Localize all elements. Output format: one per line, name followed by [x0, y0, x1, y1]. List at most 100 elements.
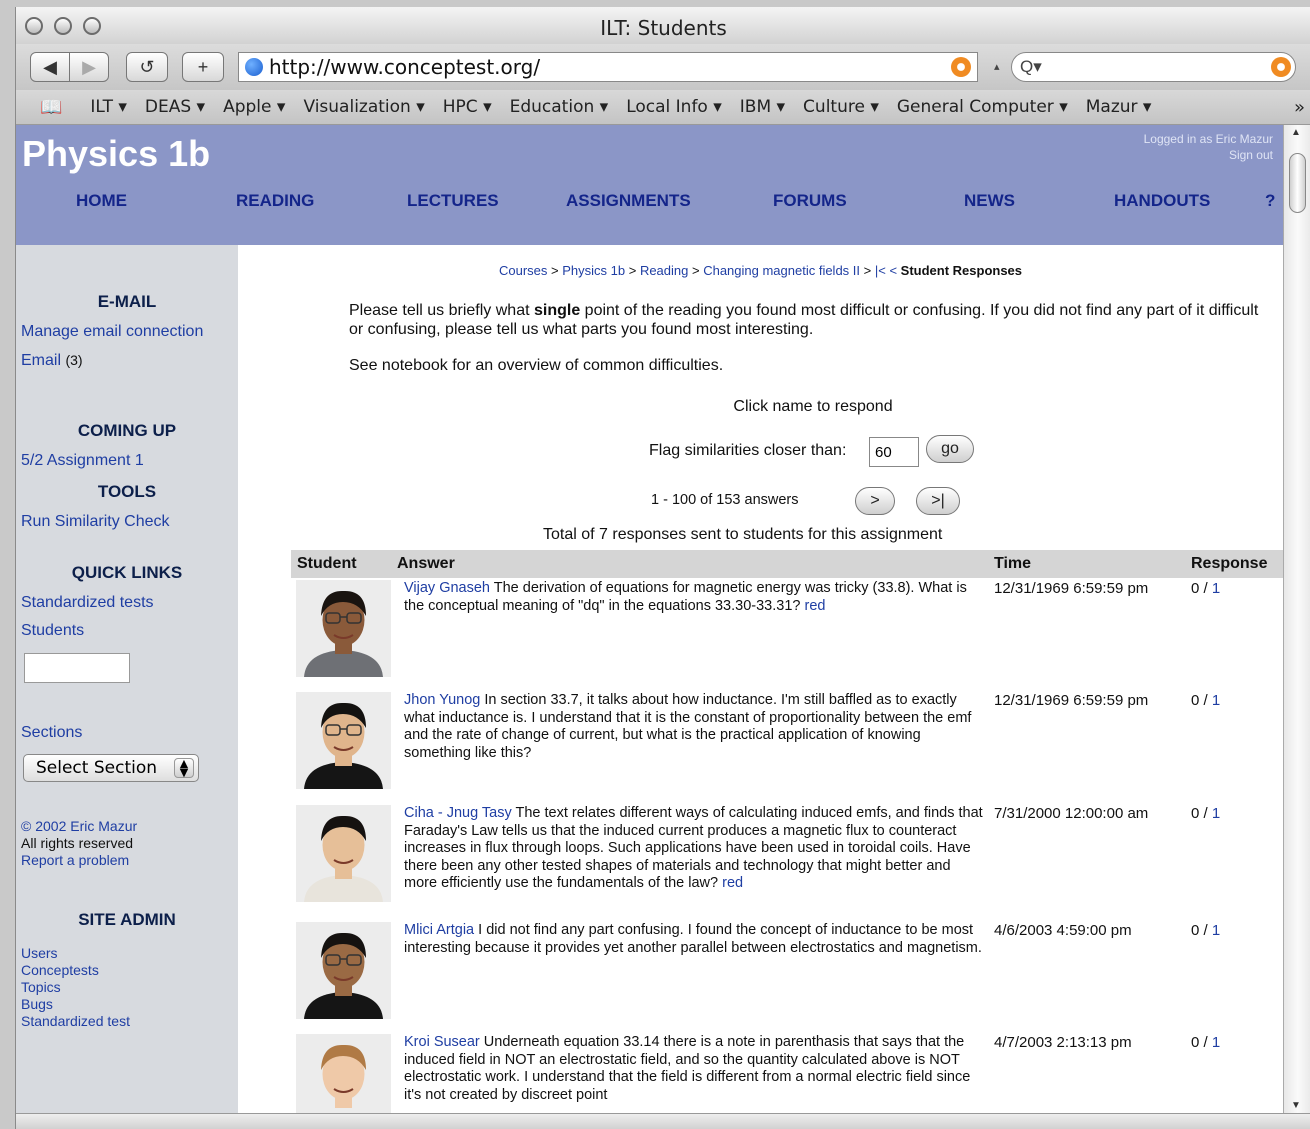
address-bar[interactable]: http://www.conceptest.org/ — [238, 52, 978, 82]
nav-home[interactable]: HOME — [76, 191, 127, 211]
scroll-thumb[interactable] — [1289, 153, 1306, 213]
report-problem-link[interactable]: Report a problem — [21, 852, 129, 868]
crumb-prev[interactable]: < — [889, 263, 897, 278]
forward-button[interactable]: ▶ — [69, 52, 109, 82]
site-header: Physics 1b Logged in as Eric Mazur Sign … — [16, 125, 1283, 245]
admin-conceptests-link[interactable]: Conceptests — [21, 962, 99, 978]
admin-users-link[interactable]: Users — [21, 945, 58, 961]
site-admin-heading: SITE ADMIN — [78, 910, 176, 929]
crumb-reading[interactable]: Reading — [640, 263, 688, 278]
bookmark-item[interactable]: Visualization ▾ — [303, 97, 424, 117]
notebook-link[interactable]: notebook — [382, 357, 448, 374]
last-page-button[interactable]: >| — [916, 487, 960, 515]
response-total-link[interactable]: 1 — [1212, 580, 1220, 597]
bookmark-item[interactable]: Education ▾ — [510, 97, 609, 117]
table-header: Student Answer Time Response — [291, 550, 1283, 578]
response-total-link[interactable]: 1 — [1212, 692, 1220, 709]
student-name-link[interactable]: Vijay Gnaseh — [404, 580, 490, 596]
student-name-link[interactable]: Kroi Susear — [404, 1034, 480, 1050]
answer-text: Jhon Yunog In section 33.7, it talks abo… — [404, 692, 984, 762]
bookmark-item[interactable]: Apple ▾ — [223, 97, 285, 117]
bookmark-item[interactable]: DEAS ▾ — [145, 97, 205, 117]
back-button[interactable]: ◀ — [30, 52, 70, 82]
crumb-courses[interactable]: Courses — [499, 263, 547, 278]
table-row: Mlici Artgia I did not find any part con… — [291, 922, 1283, 1032]
response-sent: 0 / — [1191, 805, 1212, 822]
col-answer: Answer — [397, 555, 455, 572]
response-total-link[interactable]: 1 — [1212, 922, 1220, 939]
snapback-icon[interactable] — [951, 57, 971, 77]
response-total-link[interactable]: 1 — [1212, 1034, 1220, 1051]
response-time: 4/7/2003 2:13:13 pm — [994, 1034, 1132, 1051]
response-time: 12/31/1969 6:59:59 pm — [994, 692, 1149, 709]
more-bookmarks-icon[interactable]: » — [1294, 97, 1305, 118]
students-link[interactable]: Students — [21, 622, 84, 640]
student-name-link[interactable]: Mlici Artgia — [404, 922, 474, 938]
similarity-check-link[interactable]: Run Similarity Check — [21, 513, 169, 531]
notebook-text: See notebook for an overview of common d… — [349, 357, 723, 375]
admin-standardized-test-link[interactable]: Standardized test — [21, 1013, 130, 1029]
crumb-course[interactable]: Physics 1b — [562, 263, 625, 278]
bookmark-item[interactable]: General Computer ▾ — [897, 97, 1068, 117]
next-page-button[interactable]: > — [855, 487, 895, 515]
web-page: Physics 1b Logged in as Eric Mazur Sign … — [16, 125, 1283, 1113]
nav-news[interactable]: NEWS — [964, 191, 1015, 211]
table-row: Kroi Susear Underneath equation 33.14 th… — [291, 1034, 1283, 1113]
bookmark-item[interactable]: Mazur ▾ — [1086, 97, 1152, 117]
red-flag-link[interactable]: red — [722, 875, 743, 891]
bookmark-item[interactable]: IBM ▾ — [740, 97, 785, 117]
response-total-link[interactable]: 1 — [1212, 805, 1220, 822]
bookmark-item[interactable]: ILT ▾ — [90, 97, 126, 117]
answer-body: I did not find any part confusing. I fou… — [404, 922, 982, 956]
quick-search-input[interactable] — [24, 653, 130, 683]
reload-button[interactable]: ↺ — [126, 52, 168, 82]
sections-link[interactable]: Sections — [21, 724, 82, 742]
copyright-link[interactable]: © 2002 Eric Mazur — [21, 818, 137, 834]
scroll-down-icon[interactable]: ▼ — [1291, 1100, 1301, 1111]
sign-out-link[interactable]: Sign out — [1144, 147, 1273, 163]
email-link[interactable]: Email — [21, 352, 61, 369]
student-photo — [296, 692, 391, 789]
crumb-assignment[interactable]: Changing magnetic fields II — [703, 263, 860, 278]
nav-forums[interactable]: FORUMS — [773, 191, 847, 211]
url-text: http://www.conceptest.org/ — [269, 55, 541, 79]
vertical-scrollbar[interactable]: ▲ ▼ — [1283, 125, 1310, 1113]
window-title: ILT: Students — [600, 16, 727, 40]
nav-help[interactable]: ? — [1265, 191, 1275, 211]
section-select[interactable]: Select Section ▲ ▼ — [23, 754, 199, 782]
crumb-first[interactable]: |< — [875, 263, 886, 278]
search-engine-chevron-icon[interactable]: ▴ — [994, 60, 1000, 73]
admin-bugs-link[interactable]: Bugs — [21, 996, 53, 1012]
nav-handouts[interactable]: HANDOUTS — [1114, 191, 1210, 211]
manage-email-link[interactable]: Manage email connection — [21, 323, 203, 341]
student-name-link[interactable]: Ciha - Jnug Tasy — [404, 805, 512, 821]
nav-assignments[interactable]: ASSIGNMENTS — [566, 191, 691, 211]
bookmark-item[interactable]: Culture ▾ — [803, 97, 879, 117]
flag-threshold-input[interactable] — [869, 437, 919, 467]
go-button[interactable]: go — [926, 435, 974, 463]
standardized-tests-link[interactable]: Standardized tests — [21, 594, 154, 612]
red-flag-link[interactable]: red — [804, 598, 825, 614]
nav-reading[interactable]: READING — [236, 191, 314, 211]
email-count: (3) — [65, 352, 83, 368]
response-count: 0 / 1 — [1191, 692, 1220, 709]
bookmarks-book-icon[interactable]: 📖 — [40, 97, 62, 118]
updown-arrows-icon: ▲ ▼ — [174, 758, 194, 778]
back-arrow-icon: ◀ — [43, 56, 57, 77]
scroll-up-icon[interactable]: ▲ — [1291, 127, 1301, 138]
bookmark-item[interactable]: HPC ▾ — [443, 97, 492, 117]
search-snapback-icon[interactable] — [1271, 57, 1291, 77]
section-select-label: Select Section — [36, 758, 158, 778]
browser-toolbar: ◀ ▶ ↺ + http://www.conceptest.org/ ▴ Q▾ — [16, 44, 1310, 90]
status-bar — [16, 1113, 1310, 1129]
student-name-link[interactable]: Jhon Yunog — [404, 692, 480, 708]
add-bookmark-button[interactable]: + — [182, 52, 224, 82]
student-photo — [296, 805, 391, 902]
search-field[interactable]: Q▾ — [1011, 52, 1296, 82]
admin-topics-link[interactable]: Topics — [21, 979, 61, 995]
student-photo — [296, 922, 391, 1019]
bookmark-item[interactable]: Local Info ▾ — [626, 97, 722, 117]
assignment-link[interactable]: 5/2 Assignment 1 — [21, 452, 144, 470]
notebook-pre: See — [349, 357, 382, 374]
nav-lectures[interactable]: LECTURES — [407, 191, 499, 211]
